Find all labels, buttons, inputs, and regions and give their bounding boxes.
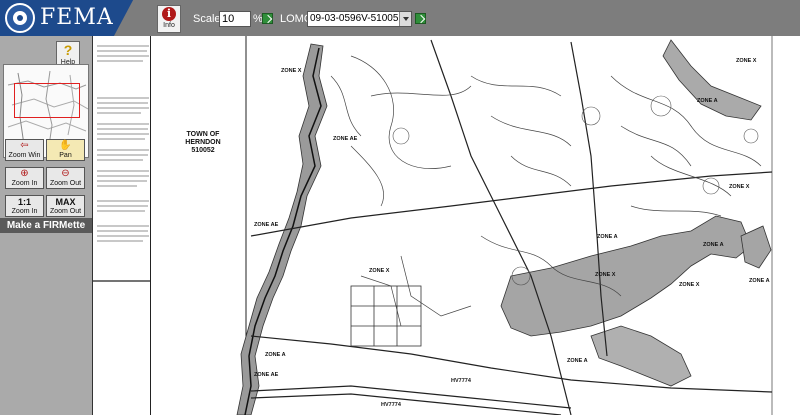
pan-label: Pan: [59, 152, 72, 159]
zoom-in-label: Zoom In: [11, 180, 38, 187]
zoom-out-button[interactable]: ⊖ Zoom Out: [46, 167, 85, 189]
lomc-go-button[interactable]: [415, 13, 426, 24]
zone-x-label: ZONE X: [281, 68, 302, 74]
zoom-in-button[interactable]: ⊕ Zoom In: [5, 167, 44, 189]
left-tool-panel: ? Help ⇦ Zoom Win ✋ Pan ⊕ Zoom In ⊖ Zoom…: [0, 36, 92, 415]
lomc-select[interactable]: 09-03-0596V-510052: [307, 11, 412, 27]
full-scale-label: Zoom In: [11, 208, 38, 215]
town-code-label: 510052: [191, 147, 214, 154]
hand-icon: ✋: [59, 140, 72, 151]
zoom-window-icon: ⇦: [20, 140, 29, 151]
chevron-down-icon[interactable]: [399, 12, 411, 26]
zoom-window-button[interactable]: ⇦ Zoom Win: [5, 139, 44, 161]
pan-button[interactable]: ✋ Pan: [46, 139, 85, 161]
zone-a-label: ZONE A: [265, 352, 286, 358]
town-name-label-2: HERNDON: [185, 139, 220, 146]
zoom-out-icon: ⊖: [61, 168, 70, 179]
top-toolbar: FEMA i Info Scale: % LOMC: 09-03-0596V-5…: [0, 0, 800, 36]
map-legend-text-panel: [92, 36, 152, 415]
logo-swoosh: [115, 0, 144, 36]
road-label: HV7774: [381, 402, 402, 408]
info-button-label: Info: [163, 22, 175, 29]
zone-x-label: ZONE X: [679, 282, 700, 288]
flood-map-canvas[interactable]: TOWN OF HERNDON 510052 ZONE X ZONE X ZON…: [150, 36, 800, 415]
dhs-seal-icon: [5, 3, 35, 33]
make-firmette-button[interactable]: Make a FIRMette: [0, 218, 92, 233]
town-name-label: TOWN OF: [187, 131, 221, 138]
zone-x-label: ZONE X: [595, 272, 616, 278]
scale-go-button[interactable]: [262, 13, 273, 24]
legend-text-lines: [93, 45, 152, 282]
max-zoom-out-button[interactable]: MAX Zoom Out: [46, 195, 85, 217]
brand-title: FEMA: [40, 5, 114, 30]
flood-map-drawing: TOWN OF HERNDON 510052 ZONE X ZONE X ZON…: [151, 36, 800, 415]
scale-input[interactable]: [219, 11, 251, 27]
help-icon: ?: [63, 42, 73, 58]
max-zoom-out-text: MAX: [55, 197, 76, 207]
lomc-selected-value: 09-03-0596V-510052: [310, 13, 398, 24]
zone-ae-label: ZONE AE: [254, 372, 279, 378]
firm-viewer-app: FEMA i Info Scale: % LOMC: 09-03-0596V-5…: [0, 0, 800, 415]
zoom-window-label: Zoom Win: [8, 152, 41, 159]
zoom-out-label: Zoom Out: [49, 180, 82, 187]
zone-x-label: ZONE X: [736, 58, 757, 64]
zone-a-label: ZONE A: [703, 242, 724, 248]
zone-x-label: ZONE X: [729, 184, 750, 190]
zone-ae-label: ZONE AE: [333, 136, 358, 142]
zone-x-label: ZONE X: [369, 268, 390, 274]
fema-logo: FEMA: [0, 0, 145, 36]
info-button[interactable]: i Info: [157, 5, 181, 33]
full-scale-text: 1:1: [17, 197, 31, 207]
zoom-in-icon: ⊕: [20, 168, 29, 179]
info-icon: i: [162, 7, 176, 21]
zone-a-label: ZONE A: [567, 358, 588, 364]
zone-a-label: ZONE A: [597, 234, 618, 240]
zone-a-label: ZONE A: [697, 98, 718, 104]
zone-ae-label: ZONE AE: [254, 222, 279, 228]
zone-a-label: ZONE A: [749, 278, 770, 284]
full-scale-button[interactable]: 1:1 Zoom In: [5, 195, 44, 217]
current-extent-box[interactable]: [14, 83, 80, 118]
road-label: HV7774: [451, 378, 472, 384]
max-zoom-out-label: Zoom Out: [49, 208, 82, 215]
